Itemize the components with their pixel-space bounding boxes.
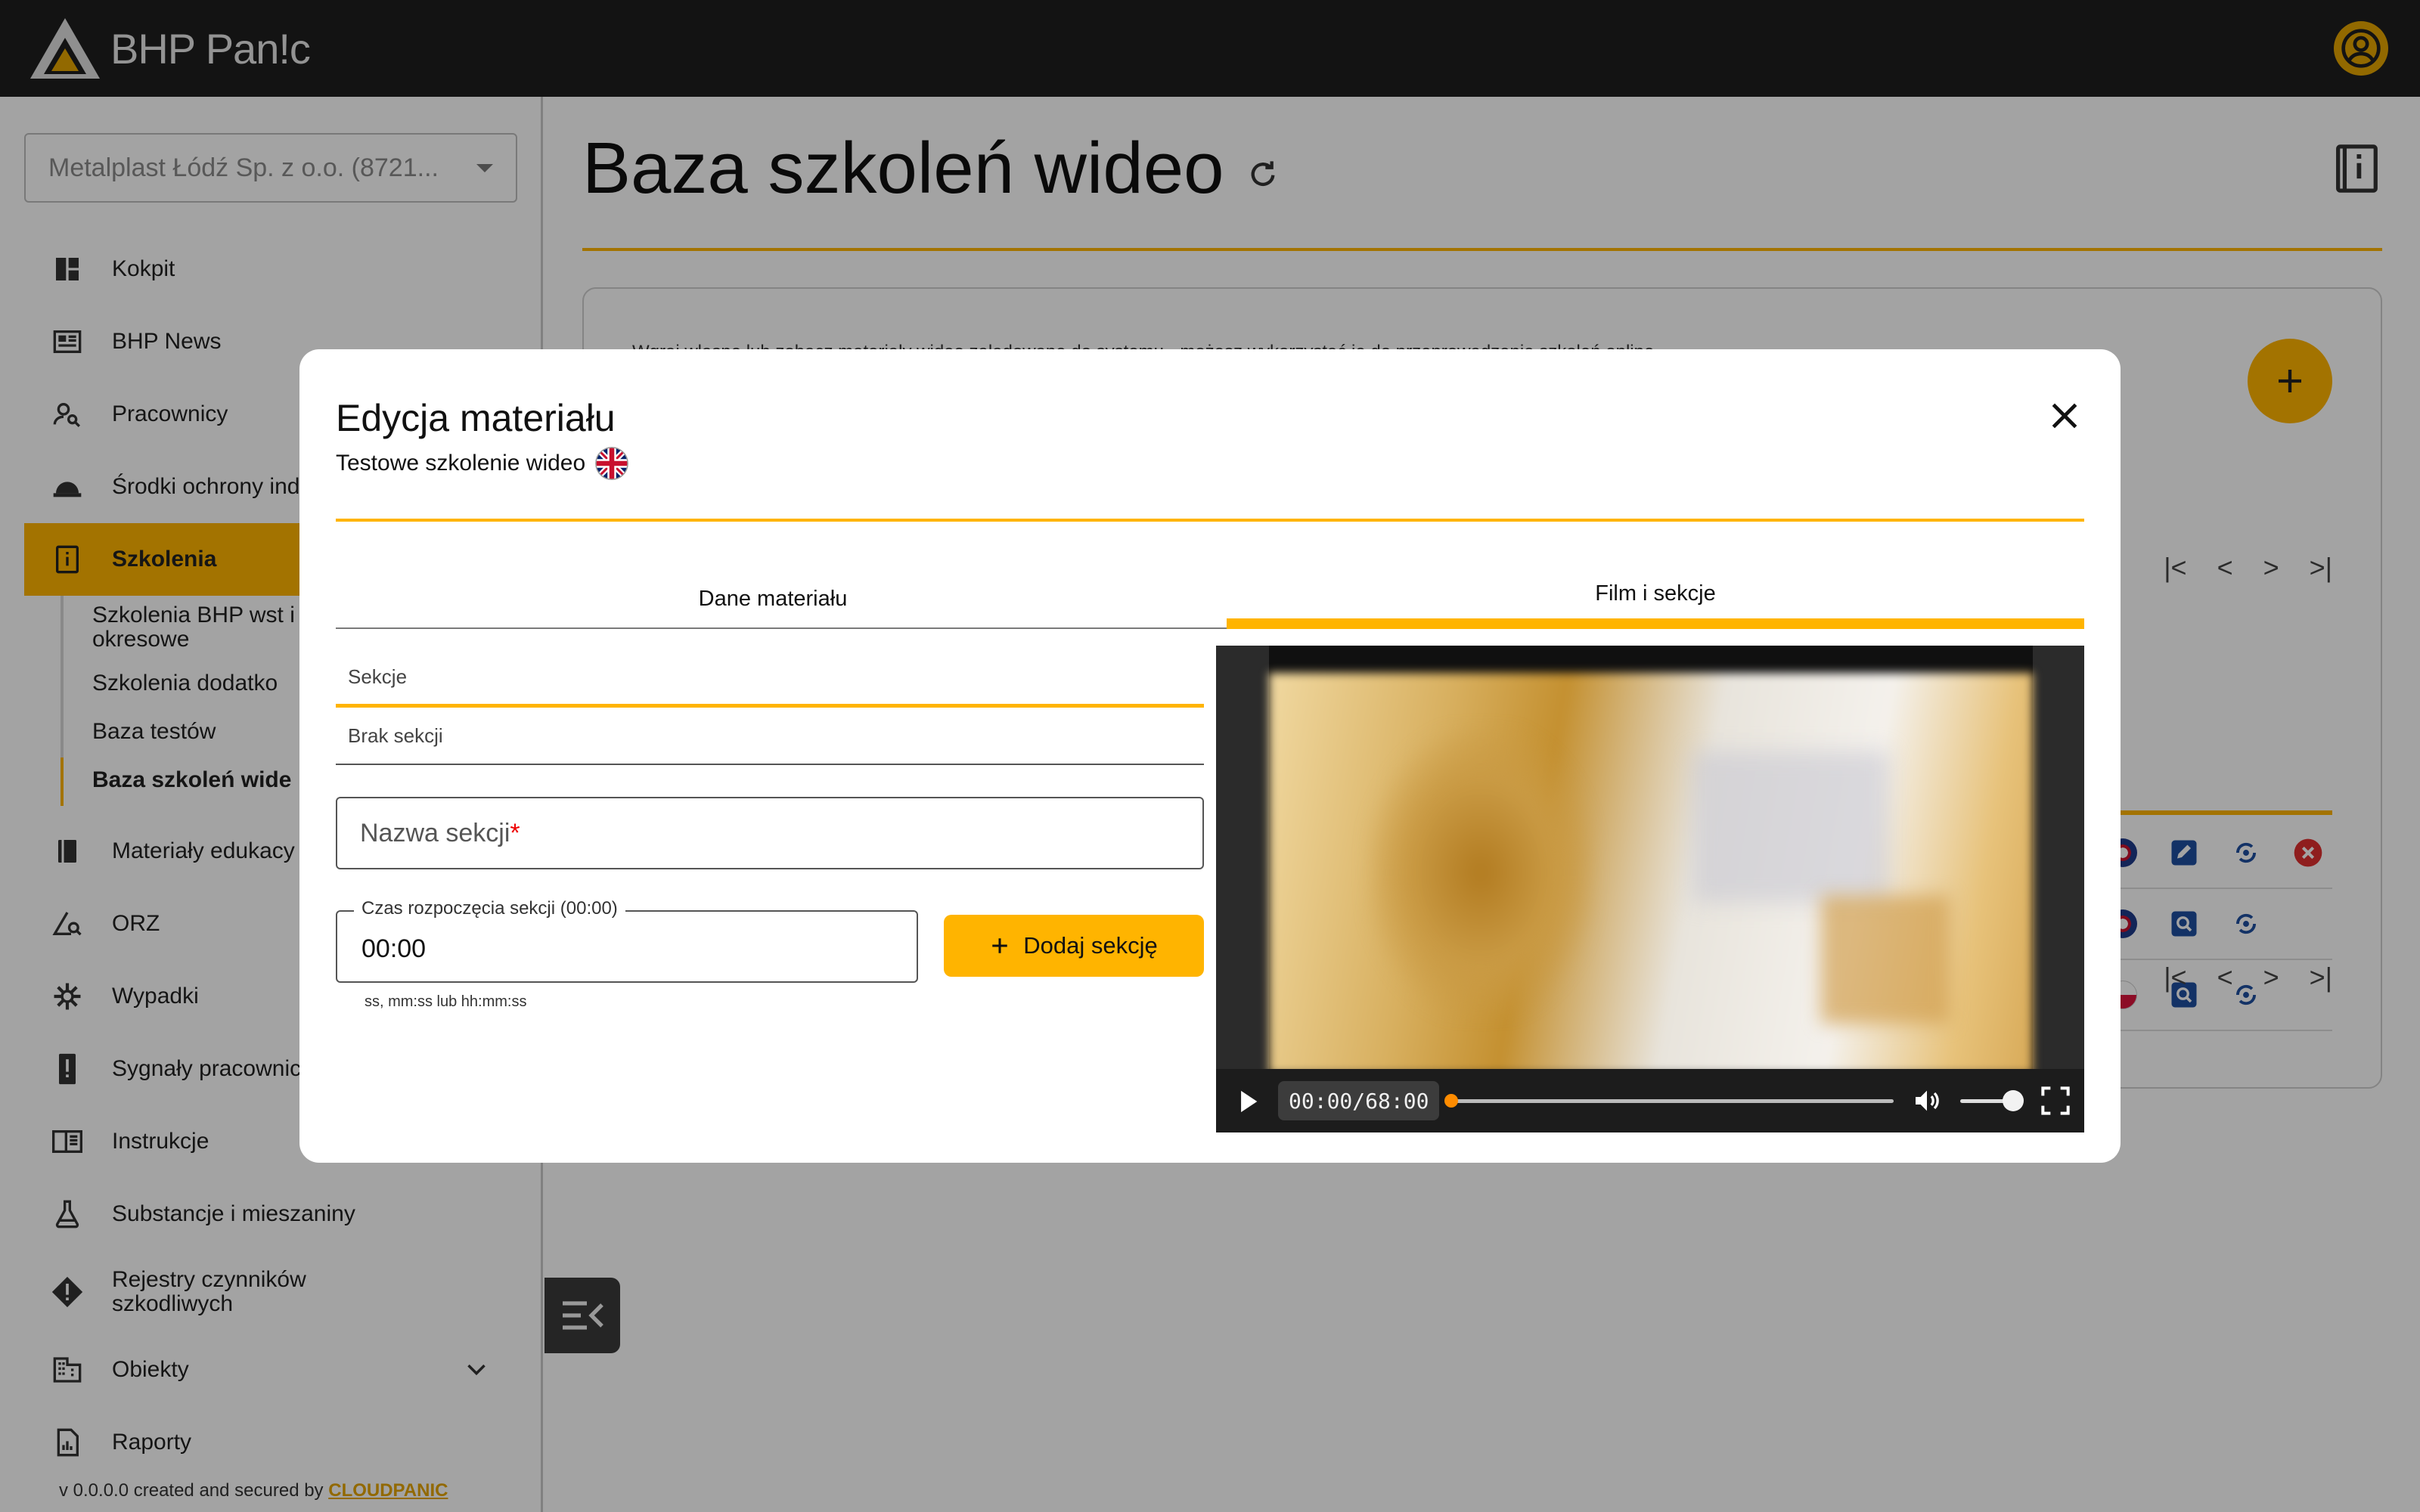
section-start-time-input[interactable]: Czas rozpoczęcia sekcji (00:00) 00:00 bbox=[336, 898, 918, 983]
tab-dane-materialu[interactable]: Dane materiału bbox=[336, 569, 1210, 629]
plus-icon bbox=[992, 938, 1007, 953]
volume-icon[interactable] bbox=[1912, 1086, 1942, 1116]
tab-film-i-sekcje[interactable]: Film i sekcje bbox=[1227, 569, 2084, 629]
seek-bar[interactable] bbox=[1447, 1099, 1894, 1103]
play-icon[interactable] bbox=[1237, 1089, 1260, 1114]
volume-handle[interactable] bbox=[2003, 1090, 2024, 1111]
dialog-header-divider bbox=[336, 519, 2084, 522]
video-thumbnail-detail bbox=[1692, 751, 1889, 903]
start-time-value: 00:00 bbox=[361, 934, 427, 963]
dialog-tabs: Dane materiału Film i sekcje bbox=[336, 569, 2084, 629]
add-section-button[interactable]: Dodaj sekcję bbox=[944, 915, 1204, 977]
video-frame bbox=[1269, 646, 2033, 1132]
video-time: 00:00/68:00 bbox=[1278, 1081, 1440, 1120]
video-controls: 00:00/68:00 bbox=[1216, 1069, 2084, 1132]
start-time-label: Czas rozpoczęcia sekcji (00:00) bbox=[354, 898, 625, 919]
seek-handle[interactable] bbox=[1444, 1094, 1458, 1108]
section-name-placeholder: Nazwa sekcji bbox=[360, 818, 510, 847]
section-name-input[interactable]: Nazwa sekcji * bbox=[336, 797, 1204, 869]
video-player[interactable]: 00:00/68:00 bbox=[1216, 646, 2084, 1132]
close-icon[interactable] bbox=[2048, 399, 2081, 432]
sections-empty-state: Brak sekcji bbox=[336, 708, 1204, 765]
add-section-label: Dodaj sekcję bbox=[1023, 932, 1158, 959]
required-asterisk: * bbox=[510, 818, 520, 847]
dialog-subtitle: Testowe szkolenie wideo bbox=[336, 446, 629, 481]
video-thumbnail-detail bbox=[1367, 729, 1594, 1016]
uk-flag-icon bbox=[595, 447, 629, 480]
start-time-hint: ss, mm:ss lub hh:mm:ss bbox=[365, 993, 527, 1010]
sections-header: Sekcje bbox=[336, 650, 1204, 708]
material-name: Testowe szkolenie wideo bbox=[336, 451, 586, 476]
edit-material-dialog: Edycja materiału Testowe szkolenie wideo… bbox=[299, 349, 2121, 1163]
sections-list: Sekcje Brak sekcji bbox=[336, 650, 1204, 765]
fullscreen-icon[interactable] bbox=[2040, 1086, 2071, 1116]
dialog-title: Edycja materiału bbox=[336, 397, 616, 439]
video-thumbnail-detail bbox=[1821, 895, 1950, 1024]
